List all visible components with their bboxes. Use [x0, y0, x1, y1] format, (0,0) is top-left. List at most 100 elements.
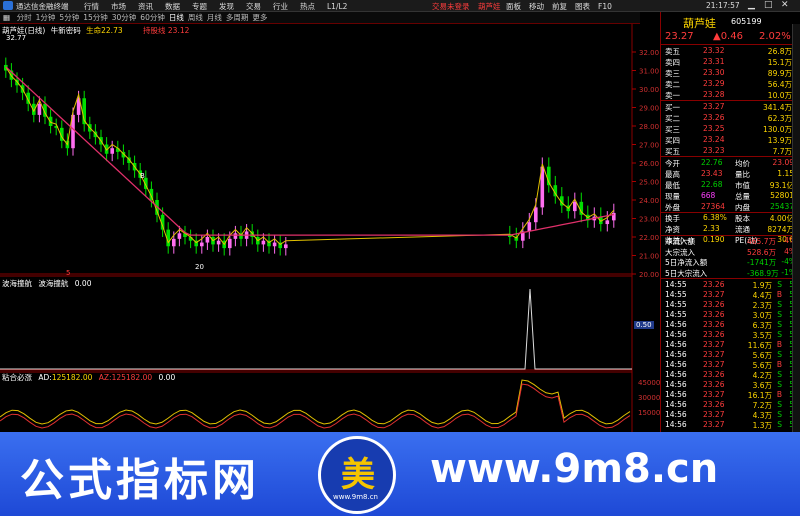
bid-price: 23.23	[703, 146, 725, 155]
price-tick: 32.00	[639, 49, 659, 57]
watermark-banner: 公式指标网 美 www.9m8.cn www.9m8.cn	[0, 432, 800, 516]
period-tab-6[interactable]: 日线	[169, 12, 184, 23]
sub2-name[interactable]: 粘合必涨	[2, 373, 32, 382]
tick-side: S	[777, 350, 782, 359]
sub2-tick: 30000	[638, 394, 660, 402]
quote-price: 23.27	[665, 31, 694, 42]
tick-price: 23.26	[703, 280, 725, 289]
menu-item-7[interactable]: 行业	[273, 1, 288, 12]
ask-volume: 56.4万	[767, 80, 792, 89]
quote-price-row: 23.27 ▲0.46 2.02%	[663, 31, 798, 43]
bid-row: 买二 23.26 62.3万	[663, 113, 798, 124]
menu-item-1[interactable]: 市场	[111, 1, 126, 12]
layout-icon[interactable]: ▦	[3, 13, 10, 22]
support-name: 持股线	[143, 26, 166, 35]
bid-volume: 62.3万	[767, 114, 792, 123]
period-tab-1[interactable]: 1分钟	[36, 12, 56, 23]
formula-name[interactable]: 牛新密码	[51, 26, 81, 35]
tick-price: 23.27	[703, 340, 725, 349]
bid-price: 23.26	[703, 113, 725, 122]
period-tab-4[interactable]: 30分钟	[112, 12, 137, 23]
toolbar-item-4[interactable]: F10	[598, 2, 612, 11]
stat2-value: 2.33	[703, 224, 720, 233]
sub1-name[interactable]: 波海撞航	[2, 279, 32, 288]
tick-price: 23.26	[703, 310, 725, 319]
tick-row: 14:5623.271.3万S5	[663, 420, 798, 431]
tick-time: 14:56	[665, 420, 687, 429]
toolbar-item-3[interactable]: 图表	[575, 1, 590, 12]
tick-time: 14:56	[665, 370, 687, 379]
period-tab-10[interactable]: 更多	[252, 12, 267, 23]
stat-value2: 93.1亿	[769, 181, 794, 190]
period-tab-9[interactable]: 多周期	[226, 12, 249, 23]
stat2-row: 净资 2.33 流通 8274万	[663, 224, 798, 235]
period-tab-3[interactable]: 15分钟	[83, 12, 108, 23]
quote-code: 605199	[731, 17, 762, 26]
flow-label: 净流入额	[665, 237, 695, 246]
toolbar-item-2[interactable]: 前复	[552, 1, 567, 12]
menu-item-2[interactable]: 资讯	[138, 1, 153, 12]
stat-label2: 均价	[735, 159, 750, 168]
ma-red-line	[5, 66, 614, 236]
stat-value2: 23.09	[772, 158, 794, 167]
maximize-icon[interactable]: □	[764, 0, 773, 10]
tick-side: S	[777, 300, 782, 309]
tick-side: B	[776, 290, 782, 299]
tick-price: 23.27	[703, 410, 725, 419]
login-status[interactable]: 交易未登录	[432, 1, 470, 12]
menu-item-5[interactable]: 发现	[219, 1, 234, 12]
stat-label: 最高	[665, 170, 680, 179]
period-tab-8[interactable]: 月线	[207, 12, 222, 23]
tick-side: B	[776, 360, 782, 369]
menu-item-9[interactable]: L1/L2	[327, 2, 347, 11]
toolbar-item-1[interactable]: 移动	[529, 1, 544, 12]
stat-label2: 总量	[735, 192, 750, 201]
period-tab-5[interactable]: 60分钟	[140, 12, 165, 23]
close-icon[interactable]: ✕	[781, 0, 789, 10]
candle	[261, 240, 266, 245]
sub1-signal-line	[0, 288, 632, 370]
tick-time: 14:55	[665, 280, 687, 289]
tick-time: 14:56	[665, 400, 687, 409]
tick-time: 14:55	[665, 310, 687, 319]
quote-header: 葫芦娃 605199	[663, 15, 798, 30]
tick-time: 14:56	[665, 350, 687, 359]
banner-right-text: www.9m8.cn	[430, 446, 719, 492]
candle	[37, 103, 42, 115]
flow-label: 5日大宗流入	[665, 268, 708, 278]
price-tick: 20.00	[639, 271, 659, 279]
bid-label: 买三	[665, 125, 680, 134]
period-tab-7[interactable]: 周线	[188, 12, 203, 23]
tick-time: 14:56	[665, 410, 687, 419]
stat-row: 今开 22.76 均价 23.09	[663, 158, 798, 169]
bid-label: 买一	[665, 103, 680, 112]
flow-row: 5日净流入额 -1741万 -4%	[663, 257, 798, 268]
logo-sub: www.9m8.cn	[333, 493, 378, 501]
period-tab-2[interactable]: 5分钟	[59, 12, 79, 23]
support-value: 23.12	[167, 26, 190, 35]
tick-time: 14:56	[665, 330, 687, 339]
ask-label: 卖三	[665, 69, 680, 78]
tick-price: 23.27	[703, 360, 725, 369]
stat-row: 最高 23.43 量比 1.15	[663, 169, 798, 180]
menu-item-3[interactable]: 数据	[165, 1, 180, 12]
app-logo-icon	[3, 1, 13, 10]
toolbar-item-0[interactable]: 面板	[506, 1, 521, 12]
menu-item-4[interactable]: 专题	[192, 1, 207, 12]
minimize-icon[interactable]: ▁	[748, 0, 755, 10]
candle	[216, 240, 221, 245]
chart-area[interactable]: 32.00 31.00 30.00 29.00 28.00 27.00 26.00 25.00…	[0, 24, 660, 432]
menu-item-8[interactable]: 热点	[300, 1, 315, 12]
price-tick: 27.00	[639, 142, 659, 150]
side-scrollbar[interactable]	[792, 24, 800, 432]
tick-price: 23.26	[703, 380, 725, 389]
price-tick: 29.00	[639, 105, 659, 113]
bid-price: 23.25	[703, 124, 725, 133]
stat-label: 最低	[665, 181, 680, 190]
menu-item-6[interactable]: 交易	[246, 1, 261, 12]
indicator-name: 生命	[86, 26, 102, 35]
menu-item-0[interactable]: 行情	[84, 1, 99, 12]
price-tick: 31.00	[639, 68, 659, 76]
quote-panel: 葫芦娃 605199 23.27 ▲0.46 2.02% 卖五 23.32 26.8…	[660, 12, 800, 432]
period-tab-0[interactable]: 分时	[17, 12, 32, 23]
